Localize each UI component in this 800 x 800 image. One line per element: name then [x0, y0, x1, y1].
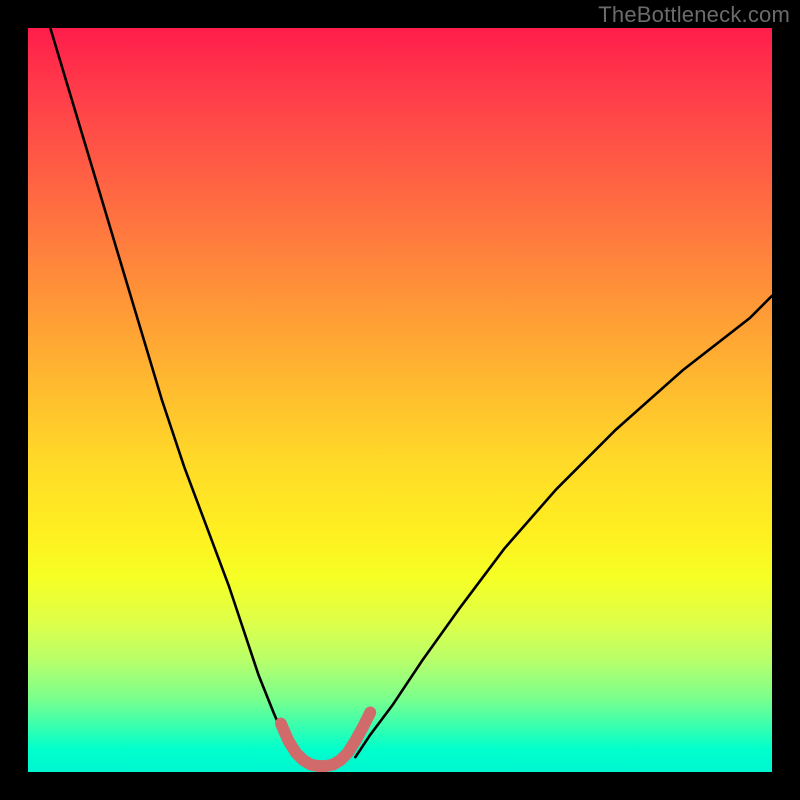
curve-optimal-zone — [281, 712, 370, 766]
chart-frame: TheBottleneck.com — [0, 0, 800, 800]
curve-left-branch — [50, 28, 296, 757]
curve-right-branch — [355, 296, 772, 757]
watermark-text: TheBottleneck.com — [598, 2, 790, 28]
plot-area — [28, 28, 772, 772]
curves-svg — [28, 28, 772, 772]
